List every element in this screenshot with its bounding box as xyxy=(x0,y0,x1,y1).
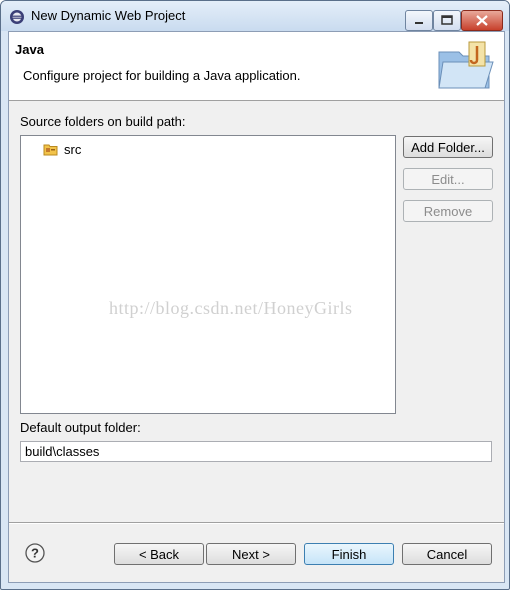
folder-name: src xyxy=(64,141,82,157)
edit-button[interactable]: Edit... xyxy=(403,168,493,190)
maximize-icon xyxy=(441,15,453,25)
dialog-window: New Dynamic Web Project Java Configure p… xyxy=(0,0,510,590)
window-title: New Dynamic Web Project xyxy=(31,8,186,23)
list-item[interactable]: src xyxy=(43,141,81,157)
eclipse-app-icon xyxy=(10,10,24,24)
svg-text:?: ? xyxy=(31,546,39,561)
page-description: Configure project for building a Java ap… xyxy=(23,68,301,83)
java-project-wizard-icon xyxy=(438,41,494,89)
add-folder-button[interactable]: Add Folder... xyxy=(403,136,493,158)
source-folders-label: Source folders on build path: xyxy=(20,114,186,129)
back-button[interactable]: < Back xyxy=(114,543,204,565)
minimize-button[interactable] xyxy=(405,10,433,31)
source-folder-icon xyxy=(43,144,58,156)
source-folder-list[interactable]: src xyxy=(20,135,396,414)
minimize-icon xyxy=(415,22,423,24)
dialog-body: Java Configure project for building a Ja… xyxy=(8,31,505,583)
help-icon[interactable]: ? xyxy=(25,543,45,563)
page-title: Java xyxy=(15,42,44,57)
output-folder-input[interactable]: build\classes xyxy=(20,441,492,462)
footer-separator xyxy=(9,522,504,524)
maximize-button[interactable] xyxy=(433,10,461,31)
output-folder-label: Default output folder: xyxy=(20,420,141,435)
cancel-button[interactable]: Cancel xyxy=(402,543,492,565)
next-button[interactable]: Next > xyxy=(206,543,296,565)
close-window-button[interactable] xyxy=(461,10,503,31)
remove-button[interactable]: Remove xyxy=(403,200,493,222)
finish-button[interactable]: Finish xyxy=(304,543,394,565)
title-bar[interactable]: New Dynamic Web Project xyxy=(1,1,509,31)
close-icon xyxy=(476,15,488,26)
wizard-banner: Java Configure project for building a Ja… xyxy=(9,32,504,101)
